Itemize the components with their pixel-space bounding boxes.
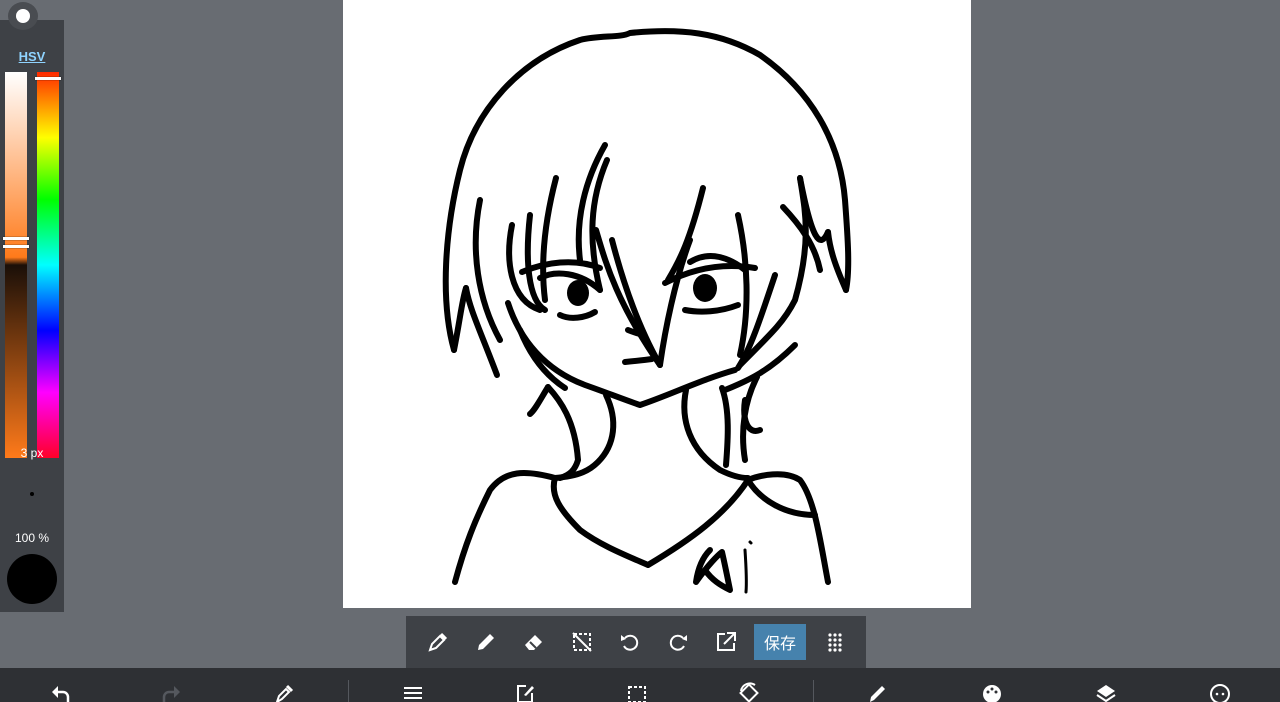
brush-size-preview: [30, 492, 34, 496]
rotate-canvas-icon[interactable]: [735, 682, 763, 702]
opacity-label[interactable]: 100 %: [0, 531, 64, 545]
drag-handle-dot-icon: [16, 9, 30, 23]
rotate-left-icon[interactable]: [614, 626, 646, 658]
layers-icon[interactable]: [1092, 682, 1120, 702]
rotate-right-icon[interactable]: [662, 626, 694, 658]
pen-icon[interactable]: [470, 626, 502, 658]
eraser-icon[interactable]: [518, 626, 550, 658]
current-color-swatch[interactable]: [7, 554, 57, 604]
artwork-drawing: [442, 28, 852, 594]
drawing-canvas[interactable]: [343, 0, 971, 608]
hsv-mode-toggle[interactable]: HSV: [0, 49, 64, 64]
sv-slider-handle[interactable]: [3, 237, 29, 240]
separator: [348, 680, 349, 702]
sv-slider-handle-lower: [3, 245, 29, 248]
quick-toolbar: 保存: [406, 616, 866, 668]
more-icon[interactable]: [1206, 682, 1234, 702]
grid-menu-icon[interactable]: [819, 626, 851, 658]
brush-icon[interactable]: [864, 682, 892, 702]
select-off-icon[interactable]: [566, 626, 598, 658]
separator: [813, 680, 814, 702]
redo-icon[interactable]: [158, 682, 186, 702]
hue-slider-handle[interactable]: [35, 77, 61, 80]
brush-size-label[interactable]: 3 px: [0, 446, 64, 460]
bottom-toolbar: [0, 668, 1280, 702]
hue-slider[interactable]: [37, 72, 59, 458]
menu-icon[interactable]: [399, 682, 427, 702]
palette-icon[interactable]: [978, 682, 1006, 702]
color-panel: HSV 3 px 100 %: [0, 20, 64, 612]
undo-icon[interactable]: [46, 682, 74, 702]
saturation-value-slider[interactable]: [5, 72, 27, 458]
edit-canvas-icon[interactable]: [511, 682, 539, 702]
eyedropper-icon[interactable]: [422, 626, 454, 658]
eyedropper-icon[interactable]: [270, 682, 298, 702]
open-external-icon[interactable]: [710, 626, 742, 658]
save-button[interactable]: 保存: [754, 624, 806, 660]
panel-drag-handle[interactable]: [8, 2, 38, 30]
selection-icon[interactable]: [623, 682, 651, 702]
